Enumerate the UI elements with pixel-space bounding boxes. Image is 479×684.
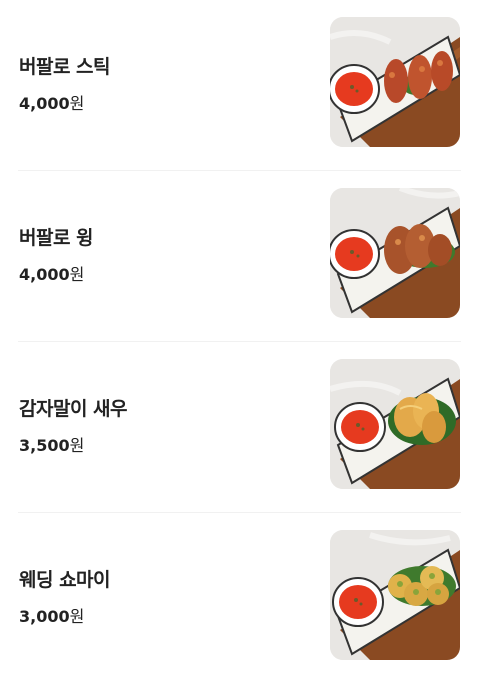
menu-item-price: 4,000원	[19, 90, 110, 114]
price-unit: 원	[69, 265, 85, 284]
menu-item-text: 감자말이 새우 3,500원	[19, 394, 128, 456]
price-amount: 4,000	[19, 265, 70, 284]
price-unit: 원	[69, 436, 85, 455]
menu-item-buffalo-stick[interactable]: 버팔로 스틱 4,000원	[0, 0, 479, 171]
buffalo-stick-photo[interactable]	[330, 17, 460, 147]
menu-item-name: 감자말이 새우	[19, 398, 128, 420]
menu-item-buffalo-wing[interactable]: 버팔로 윙 4,000원	[0, 171, 479, 342]
menu-item-name: 버팔로 윙	[19, 227, 94, 249]
menu-item-name: 버팔로 스틱	[19, 56, 111, 78]
buffalo-wing-photo[interactable]	[330, 188, 460, 318]
menu-item-wedding-shumai[interactable]: 웨딩 쇼마이 3,000원	[0, 513, 479, 684]
price-amount: 3,000	[19, 607, 70, 626]
price-amount: 3,500	[19, 436, 70, 455]
menu-item-price: 4,000원	[19, 261, 93, 285]
price-amount: 4,000	[19, 94, 70, 113]
potato-shrimp-photo[interactable]	[330, 359, 460, 489]
price-unit: 원	[69, 607, 85, 626]
menu-item-text: 버팔로 스틱 4,000원	[19, 52, 111, 114]
wedding-shumai-photo[interactable]	[330, 530, 460, 660]
menu-list: 버팔로 스틱 4,000원 버팔로 윙 4,000원 감자말이 새우 3,500…	[0, 0, 479, 680]
menu-item-price: 3,500원	[19, 432, 127, 456]
menu-item-name: 웨딩 쇼마이	[19, 569, 111, 591]
price-unit: 원	[69, 94, 85, 113]
menu-item-text: 버팔로 윙 4,000원	[19, 223, 94, 285]
menu-item-potato-shrimp[interactable]: 감자말이 새우 3,500원	[0, 342, 479, 513]
menu-item-text: 웨딩 쇼마이 3,000원	[19, 565, 111, 627]
menu-item-price: 3,000원	[19, 603, 110, 627]
